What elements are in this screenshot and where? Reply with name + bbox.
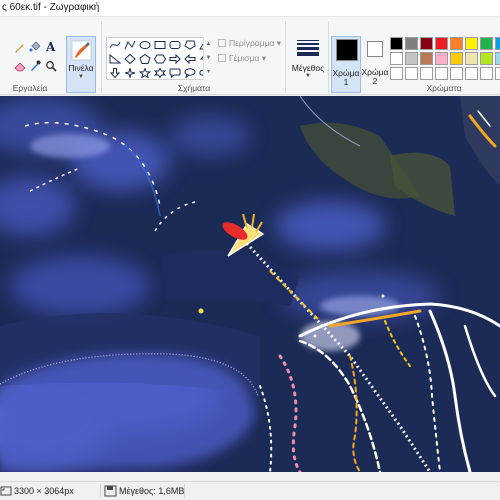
text-icon[interactable]: A	[45, 40, 57, 52]
fill-bucket-icon[interactable]	[29, 41, 41, 53]
ribbon: A Εργαλεία Πινέλα ▼ ▲ ▼ ▾ Περίγραμμα ▾ Γ…	[0, 17, 500, 95]
painting	[0, 96, 500, 472]
palette-color-swatch[interactable]	[480, 52, 493, 65]
palette-color-swatch[interactable]	[405, 67, 418, 80]
down-arrow-shape-icon[interactable]	[108, 67, 122, 79]
palette-color-swatch[interactable]	[420, 37, 433, 50]
palette-color-swatch[interactable]	[435, 52, 448, 65]
tools-group-label: Εργαλεία	[12, 83, 48, 93]
curve-shape-icon[interactable]	[108, 39, 122, 51]
image-dimensions: 3300 × 3064px	[14, 486, 74, 496]
brushes-label: Πινέλα	[68, 63, 94, 73]
palette-color-swatch[interactable]	[465, 67, 478, 80]
disk-icon	[104, 485, 118, 497]
scroll-down-icon[interactable]: ▼	[204, 51, 213, 65]
palette-color-swatch[interactable]	[390, 67, 403, 80]
fill-label: Γέμισμα	[229, 53, 260, 63]
drawing-canvas[interactable]	[0, 96, 500, 472]
rounded-rectangle-shape-icon[interactable]	[168, 39, 182, 51]
palette-color-swatch[interactable]	[495, 67, 500, 80]
status-bar: 3300 × 3064px Μέγεθος: 1,6MB	[0, 481, 500, 500]
palette-color-swatch[interactable]	[405, 52, 418, 65]
color1-label: Χρώμα 1	[332, 68, 360, 87]
palette-color-swatch[interactable]	[495, 52, 500, 65]
right-arrow-shape-icon[interactable]	[168, 53, 182, 65]
right-triangle-shape-icon[interactable]	[108, 53, 122, 65]
brush-icon	[71, 40, 92, 61]
palette-color-swatch[interactable]	[390, 37, 403, 50]
chevron-down-icon: ▼	[305, 73, 311, 79]
window-title: ς 60εκ.tif - Ζωγραφική	[2, 2, 100, 13]
colors-group-label: Χρώματα	[426, 83, 462, 93]
color2-swatch	[367, 41, 383, 57]
file-size: Μέγεθος: 1,6MB	[119, 486, 185, 496]
polygon-shape-icon[interactable]	[183, 39, 197, 51]
size-button[interactable]: Μέγεθος ▼	[290, 37, 326, 93]
status-separator	[184, 484, 185, 498]
separator	[101, 21, 102, 93]
palette-color-swatch[interactable]	[420, 52, 433, 65]
dimensions-icon	[0, 485, 14, 497]
palette-color-swatch[interactable]	[480, 67, 493, 80]
chevron-down-icon: ▼	[78, 74, 84, 80]
palette-color-swatch[interactable]	[450, 52, 463, 65]
rounded-callout-shape-icon[interactable]	[168, 67, 182, 79]
eraser-icon[interactable]	[14, 60, 26, 72]
expand-gallery-icon[interactable]: ▾	[204, 65, 213, 79]
palette-color-swatch[interactable]	[405, 37, 418, 50]
separator	[328, 21, 329, 93]
outline-icon	[218, 39, 226, 47]
outline-dropdown[interactable]: Περίγραμμα ▾	[218, 38, 281, 49]
magnifier-icon[interactable]	[45, 60, 57, 72]
oval-callout-shape-icon[interactable]	[183, 67, 197, 79]
fill-icon	[218, 54, 226, 62]
shapes-scrollbar[interactable]: ▲ ▼ ▾	[203, 37, 213, 80]
color1-button[interactable]: Χρώμα 1	[331, 36, 361, 93]
scroll-up-icon[interactable]: ▲	[204, 37, 213, 51]
hexagon-shape-icon[interactable]	[153, 53, 167, 65]
status-separator	[100, 484, 101, 498]
palette-color-swatch[interactable]	[450, 37, 463, 50]
separator	[285, 21, 286, 93]
palette-color-swatch[interactable]	[480, 37, 493, 50]
line-width-icon	[297, 40, 319, 58]
four-point-star-shape-icon[interactable]	[123, 67, 137, 79]
brushes-button[interactable]: Πινέλα ▼	[66, 36, 96, 93]
diamond-shape-icon[interactable]	[123, 53, 137, 65]
palette-color-swatch[interactable]	[435, 67, 448, 80]
outline-label: Περίγραμμα	[229, 38, 275, 48]
palette-color-swatch[interactable]	[435, 37, 448, 50]
shapes-group-label: Σχήματα	[177, 83, 211, 93]
pencil-icon[interactable]	[14, 41, 26, 53]
left-arrow-shape-icon[interactable]	[183, 53, 197, 65]
color1-swatch	[336, 39, 358, 61]
size-label: Μέγεθος	[291, 63, 325, 73]
color-picker-icon[interactable]	[29, 60, 41, 72]
title-bar: ς 60εκ.tif - Ζωγραφική	[0, 0, 500, 17]
color2-label: Χρώμα 2	[361, 67, 389, 86]
palette-color-swatch[interactable]	[450, 67, 463, 80]
color2-button[interactable]: Χρώμα 2	[360, 36, 390, 93]
rectangle-shape-icon[interactable]	[153, 39, 167, 51]
palette-color-swatch[interactable]	[420, 67, 433, 80]
fill-dropdown[interactable]: Γέμισμα ▾	[218, 53, 266, 64]
palette-color-swatch[interactable]	[465, 37, 478, 50]
polyline-shape-icon[interactable]	[123, 39, 137, 51]
six-point-star-shape-icon[interactable]	[153, 67, 167, 79]
svg-text:A: A	[45, 40, 56, 52]
palette-color-swatch[interactable]	[465, 52, 478, 65]
palette-color-swatch[interactable]	[495, 37, 500, 50]
oval-shape-icon[interactable]	[138, 39, 152, 51]
five-point-star-shape-icon[interactable]	[138, 67, 152, 79]
palette-color-swatch[interactable]	[390, 52, 403, 65]
pentagon-shape-icon[interactable]	[138, 53, 152, 65]
shapes-gallery	[106, 37, 213, 80]
